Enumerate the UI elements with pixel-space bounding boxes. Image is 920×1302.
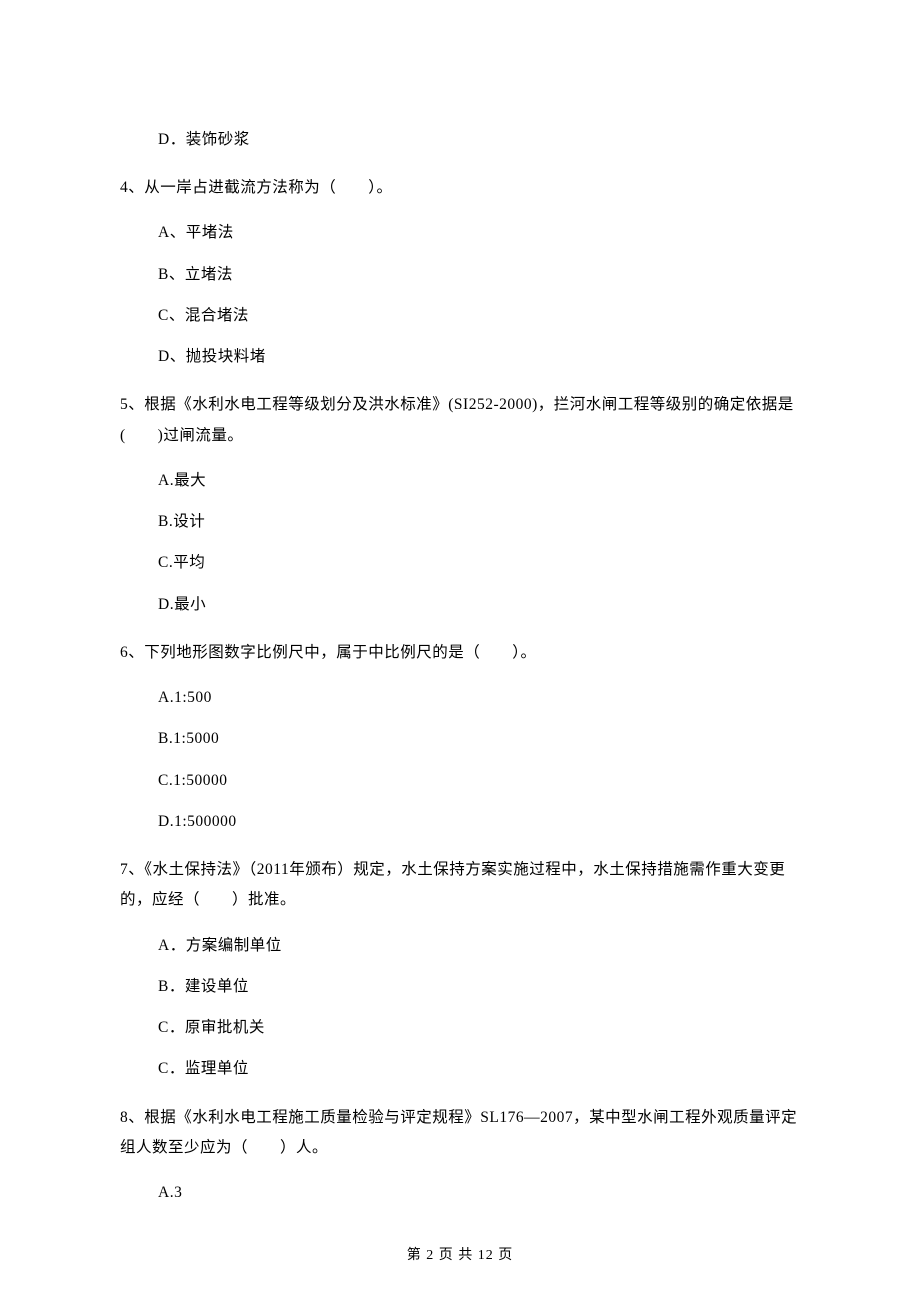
question-8-stem: 根据《水利水电工程施工质量检验与评定规程》SL176—2007，某中型水闸工程外… — [120, 1109, 797, 1156]
question-6: 6、下列地形图数字比例尺中，属于中比例尺的是（ ）。 — [120, 638, 800, 668]
question-5-stem: 根据《水利水电工程等级划分及洪水标准》(SI252-2000)，拦河水闸工程等级… — [120, 396, 794, 443]
question-7-option-a: A．方案编制单位 — [158, 934, 800, 957]
question-6-option-c: C.1:50000 — [158, 769, 800, 792]
question-6-option-d: D.1:500000 — [158, 810, 800, 833]
question-6-number: 6、 — [120, 644, 144, 661]
question-5-option-a: A.最大 — [158, 469, 800, 492]
question-7-option-d: C．监理单位 — [158, 1057, 800, 1080]
question-6-option-b: B.1:5000 — [158, 727, 800, 750]
question-7-number: 7、 — [120, 861, 144, 878]
question-7-option-c: C．原审批机关 — [158, 1016, 800, 1039]
question-4-option-c: C、混合堵法 — [158, 304, 800, 327]
question-7: 7、《水土保持法》（2011年颁布）规定，水土保持方案实施过程中，水土保持措施需… — [120, 855, 800, 915]
question-5-option-c: C.平均 — [158, 551, 800, 574]
question-8-option-a: A.3 — [158, 1181, 800, 1204]
exam-page: { "prev_question_trailing_option": { "la… — [0, 0, 920, 1302]
page-footer: 第 2 页 共 12 页 — [0, 1245, 920, 1266]
question-5-option-b: B.设计 — [158, 510, 800, 533]
question-5-option-d: D.最小 — [158, 593, 800, 616]
question-6-option-a: A.1:500 — [158, 686, 800, 709]
question-4-option-b: B、立堵法 — [158, 263, 800, 286]
option-d-prev: D．装饰砂浆 — [158, 128, 800, 151]
question-4: 4、从一岸占进截流方法称为（ ）。 — [120, 173, 800, 203]
question-5: 5、根据《水利水电工程等级划分及洪水标准》(SI252-2000)，拦河水闸工程… — [120, 390, 800, 450]
question-4-option-d: D、抛投块料堵 — [158, 345, 800, 368]
question-4-stem: 从一岸占进截流方法称为（ ）。 — [144, 179, 392, 196]
question-4-number: 4、 — [120, 179, 144, 196]
question-5-number: 5、 — [120, 396, 144, 413]
question-8-number: 8、 — [120, 1109, 144, 1126]
question-8: 8、根据《水利水电工程施工质量检验与评定规程》SL176—2007，某中型水闸工… — [120, 1103, 800, 1163]
question-7-option-b: B．建设单位 — [158, 975, 800, 998]
question-4-option-a: A、平堵法 — [158, 221, 800, 244]
question-7-stem: 《水土保持法》（2011年颁布）规定，水土保持方案实施过程中，水土保持措施需作重… — [120, 861, 785, 908]
question-6-stem: 下列地形图数字比例尺中，属于中比例尺的是（ ）。 — [144, 644, 536, 661]
